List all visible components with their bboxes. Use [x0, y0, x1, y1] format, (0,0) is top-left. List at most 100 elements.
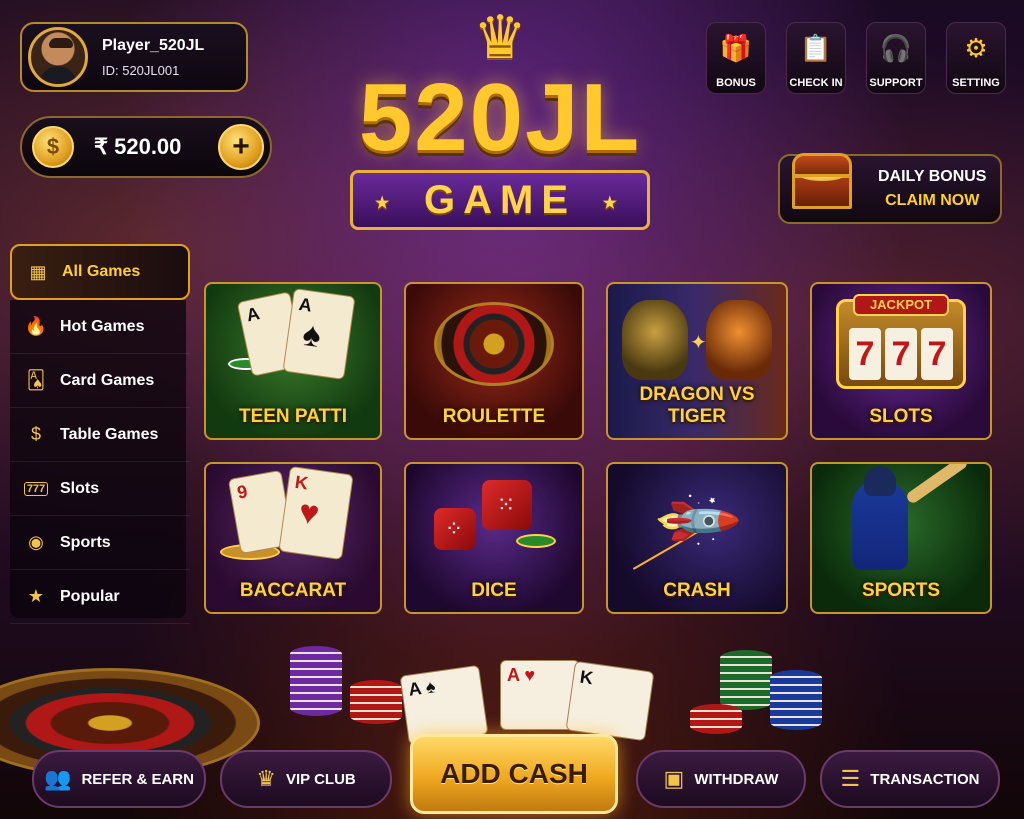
sidebar: ▦ All Games 🔥 Hot Games 🂡 Card Games $ T…: [10, 244, 190, 624]
slot-machine-art: JACKPOT 7 7 7: [812, 284, 990, 404]
bonus-label: BONUS: [716, 77, 756, 89]
sidebar-item-label: Table Games: [60, 425, 159, 443]
cards-art: A A ♠: [206, 284, 380, 404]
dice-icon: ⁘: [434, 508, 476, 550]
game-tile-roulette[interactable]: ROULETTE: [404, 282, 584, 440]
dice-icon: ⁙: [482, 480, 532, 530]
heart-icon: ♥: [524, 665, 536, 685]
daily-bonus-button[interactable]: DAILY BONUS CLAIM NOW: [778, 153, 1002, 224]
add-cash-label: ADD CASH: [440, 758, 588, 789]
wallet-icon: ▣: [663, 766, 685, 791]
sidebar-item-card-games[interactable]: 🂡 Card Games: [10, 354, 190, 408]
check-in-button[interactable]: 📋 CHECK IN: [786, 22, 846, 94]
player-card[interactable]: Player_520JL ID: 520JL001: [20, 22, 248, 92]
card-rank: A: [297, 294, 314, 316]
sidebar-item-label: All Games: [62, 263, 141, 280]
users-icon: 👥: [44, 766, 72, 791]
grid-icon: ▦: [29, 261, 47, 282]
star-icon: ★: [27, 586, 45, 606]
sidebar-item-table-games[interactable]: $ Table Games: [10, 408, 190, 462]
sidebar-item-sports[interactable]: ◉ Sports: [10, 516, 190, 570]
transaction-label: TRANSACTION: [870, 770, 980, 788]
slot-777-icon: 777: [24, 481, 48, 496]
game-label: CRASH: [663, 580, 731, 601]
game-logo: ♛ 520JL GAME: [330, 8, 670, 258]
tiger-icon: [706, 300, 772, 380]
crash-art: 🚀: [608, 464, 786, 578]
sidebar-item-label: Card Games: [60, 371, 155, 389]
avatar[interactable]: [28, 27, 88, 87]
refer-earn-label: REFER & EARN: [81, 770, 194, 788]
cricket-bat-icon: [904, 464, 970, 505]
roulette-wheel-icon: [434, 302, 554, 386]
headset-icon: 🎧: [879, 33, 913, 63]
dice-art: ⁘ ⁙: [406, 464, 582, 578]
game-tile-sports[interactable]: SPORTS: [810, 462, 992, 614]
game-label: ROULETTE: [442, 406, 546, 427]
logo-subtitle: GAME: [350, 170, 650, 230]
logo-title: 520JL: [358, 64, 642, 171]
card-rank: K: [578, 666, 595, 689]
gift-icon: 🎁: [719, 33, 753, 63]
withdraw-label: WITHDRAW: [694, 770, 779, 788]
balance-amount: ₹ 520.00: [94, 134, 182, 159]
setting-label: SETTING: [952, 77, 1000, 89]
game-label: TEEN PATTI: [238, 406, 348, 427]
refer-earn-button[interactable]: 👥 REFER & EARN: [32, 750, 206, 808]
vip-club-button[interactable]: ♛ VIP CLUB: [220, 750, 392, 808]
cards-icon: 🂡: [26, 370, 46, 390]
flame-icon: 🔥: [24, 316, 48, 336]
add-cash-button[interactable]: ADD CASH: [410, 734, 618, 814]
sidebar-item-popular[interactable]: ★ Popular: [10, 570, 190, 624]
vip-club-label: VIP CLUB: [286, 770, 356, 788]
daily-bonus-title: DAILY BONUS: [878, 168, 987, 185]
coin-symbol: $: [46, 134, 60, 159]
game-label: DRAGON VS TIGER: [639, 384, 755, 427]
sidebar-item-all-games[interactable]: ▦ All Games: [10, 244, 190, 300]
game-tile-baccarat[interactable]: 9 K ♥ BACCARAT: [204, 462, 382, 614]
game-tile-dragon-vs-tiger[interactable]: ✦ DRAGON VS TIGER: [606, 282, 788, 440]
game-label: SPORTS: [861, 580, 941, 601]
plus-icon: +: [232, 130, 250, 163]
sidebar-item-hot-games[interactable]: 🔥 Hot Games: [10, 300, 190, 354]
cricket-art: [812, 464, 990, 578]
spade-icon: ♠: [424, 676, 437, 698]
sidebar-item-slots[interactable]: 777 Slots: [10, 462, 190, 516]
transaction-button[interactable]: ☰ TRANSACTION: [820, 750, 1000, 808]
balance-bar: $ ₹ 520.00 +: [20, 116, 272, 178]
card-rank: 9: [235, 481, 249, 503]
support-button[interactable]: 🎧 SUPPORT: [866, 22, 926, 94]
add-balance-button[interactable]: +: [218, 124, 264, 170]
spade-icon: ♠: [300, 314, 324, 356]
card-rank: K: [293, 471, 310, 494]
table-card: K: [565, 660, 655, 742]
top-icons: 🎁 BONUS 📋 CHECK IN 🎧 SUPPORT ⚙ SETTING: [706, 22, 1006, 94]
withdraw-button[interactable]: ▣ WITHDRAW: [636, 750, 806, 808]
ace-spade-card: A ♠: [282, 288, 356, 380]
casino-table-decor: A ♠ A ♥ K: [0, 620, 1024, 778]
crown-icon: ♛: [256, 766, 276, 791]
card-rank: A: [507, 665, 520, 685]
reel: 7: [849, 328, 881, 380]
slot-machine-icon: JACKPOT 7 7 7: [836, 294, 966, 389]
gear-icon: ⚙: [964, 33, 988, 63]
daily-bonus-text: DAILY BONUS CLAIM NOW: [878, 168, 986, 210]
bonus-button[interactable]: 🎁 BONUS: [706, 22, 766, 94]
setting-button[interactable]: ⚙ SETTING: [946, 22, 1006, 94]
coin-icon: $: [32, 126, 74, 168]
reel: 7: [921, 328, 953, 380]
check-in-label: CHECK IN: [789, 77, 843, 89]
ball-icon: ◉: [28, 532, 44, 552]
sidebar-item-label: Hot Games: [60, 317, 145, 335]
roulette-art: [406, 284, 582, 404]
game-tile-slots[interactable]: JACKPOT 7 7 7 SLOTS: [810, 282, 992, 440]
clipboard-check-icon: 📋: [799, 33, 833, 63]
game-tile-teen-patti[interactable]: A A ♠ TEEN PATTI: [204, 282, 382, 440]
dollar-coin-icon: $: [30, 424, 41, 444]
player-name: Player_520JL: [102, 36, 205, 54]
game-label: SLOTS: [869, 406, 933, 427]
jackpot-label: JACKPOT: [853, 294, 949, 316]
game-tile-crash[interactable]: 🚀 CRASH: [606, 462, 788, 614]
game-tile-dice[interactable]: ⁘ ⁙ DICE: [404, 462, 584, 614]
game-label: DICE: [471, 580, 517, 601]
